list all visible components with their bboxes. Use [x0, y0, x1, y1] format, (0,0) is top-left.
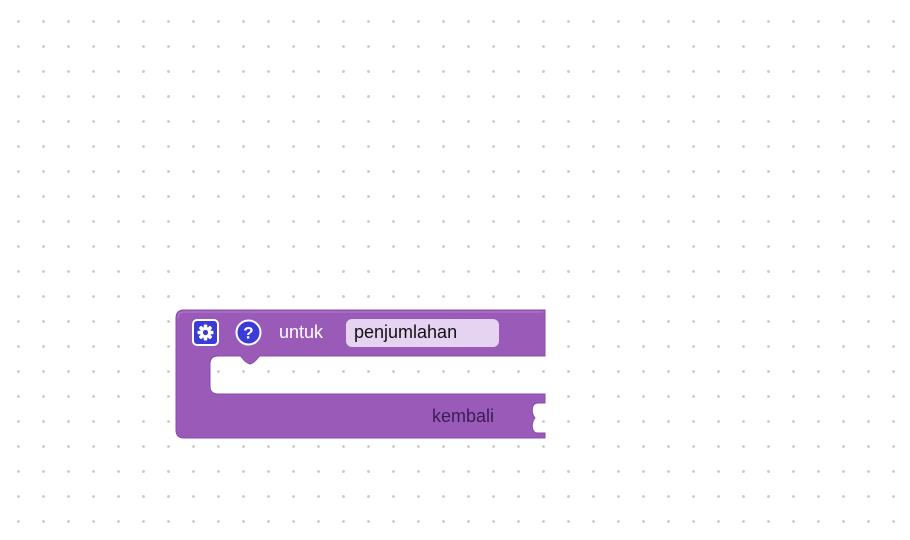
gear-icon[interactable]: [192, 319, 219, 346]
procedure-block[interactable]: [0, 0, 910, 540]
question-mark-icon[interactable]: ?: [235, 319, 262, 346]
svg-text:?: ?: [243, 324, 253, 343]
function-name-field[interactable]: penjumlahan: [346, 319, 499, 347]
kembali-label: kembali: [432, 406, 495, 426]
untuk-label: untuk: [279, 322, 324, 342]
